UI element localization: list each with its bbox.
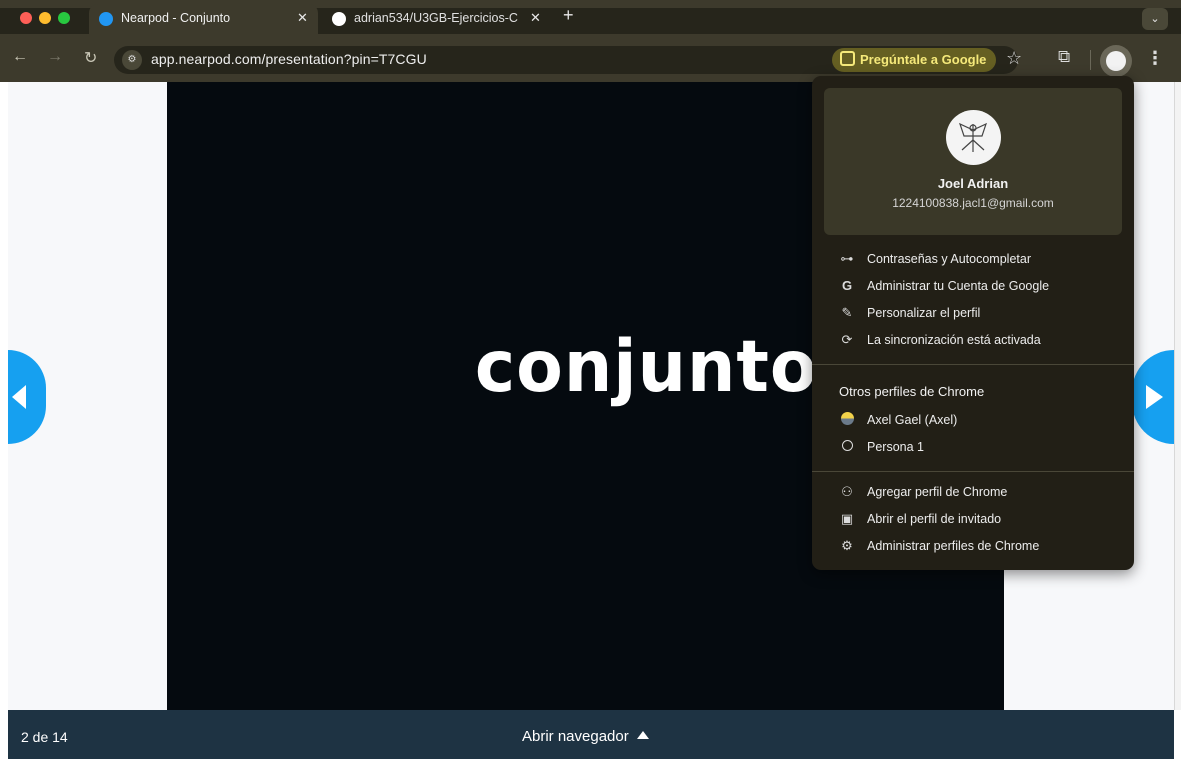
- menu-item-label: Axel Gael (Axel): [867, 413, 958, 427]
- presentation-bottom-bar: 2 de 14 Abrir navegador: [8, 710, 1174, 759]
- lens-icon: [840, 51, 855, 66]
- other-profiles-heading: Otros perfiles de Chrome: [839, 384, 985, 399]
- next-slide-button[interactable]: [1132, 350, 1174, 444]
- person-circle-icon: [838, 439, 856, 454]
- menu-item-customize-profile[interactable]: ✎ Personalizar el perfil: [838, 304, 1128, 324]
- google-g-icon: G: [841, 278, 853, 293]
- reload-icon[interactable]: ↻: [84, 48, 97, 68]
- menu-divider: [812, 471, 1134, 472]
- manage-profiles-icon: ⚙: [841, 538, 853, 553]
- menu-item-profile-persona1[interactable]: Persona 1: [838, 438, 1128, 458]
- menu-item-label: Agregar perfil de Chrome: [867, 485, 1008, 499]
- profile-card: Joel Adrian 1224100838.jacl1@gmail.com: [824, 88, 1122, 235]
- forward-icon[interactable]: →: [47, 48, 63, 66]
- menu-item-manage-account[interactable]: G Administrar tu Cuenta de Google: [838, 277, 1128, 297]
- pencil-icon: ✎: [841, 305, 853, 320]
- zoom-window-button[interactable]: [58, 12, 70, 24]
- toolbar-divider: [1090, 50, 1091, 70]
- avatar-illustration-icon: [958, 122, 988, 152]
- avatar: [1106, 51, 1126, 71]
- menu-item-label: Contraseñas y Autocompletar: [867, 252, 1031, 266]
- site-info-icon[interactable]: ⚙: [122, 50, 142, 70]
- window-edge: [1174, 710, 1181, 759]
- left-edge: [0, 82, 8, 710]
- address-bar[interactable]: ⚙ app.nearpod.com/presentation?pin=T7CGU…: [114, 46, 1022, 74]
- profile-email: 1224100838.jacl1@gmail.com: [892, 196, 1054, 210]
- open-navigator-label: Abrir navegador: [522, 728, 629, 745]
- tab-title: Nearpod - Conjunto: [121, 11, 231, 25]
- menu-item-sync[interactable]: ⟳ La sincronización está activada: [838, 331, 1128, 351]
- github-icon: [332, 12, 346, 26]
- background-window-edge: [1174, 82, 1181, 710]
- profile-avatar-icon: [838, 412, 856, 428]
- nearpod-icon: [99, 12, 113, 26]
- url-text[interactable]: app.nearpod.com/presentation?pin=T7CGU: [151, 51, 427, 67]
- profile-menu: Joel Adrian 1224100838.jacl1@gmail.com ⊶…: [812, 76, 1134, 570]
- previous-slide-button[interactable]: [8, 350, 46, 444]
- extensions-icon[interactable]: ⧉: [1058, 47, 1070, 67]
- more-menu-icon[interactable]: ⋮: [1146, 48, 1164, 69]
- profile-avatar-button[interactable]: [1100, 45, 1132, 77]
- menu-item-label: Abrir el perfil de invitado: [867, 512, 1002, 526]
- browser-toolbar: Nearpod - Conjunto ✕ adrian534/U3GB-Ejer…: [0, 0, 1181, 82]
- menu-item-manage-profiles[interactable]: ⚙ Administrar perfiles de Chrome: [838, 537, 1128, 557]
- ask-google-button[interactable]: Pregúntale a Google: [832, 48, 997, 72]
- minimize-window-button[interactable]: [39, 12, 51, 24]
- menu-item-label: Administrar perfiles de Chrome: [867, 539, 1040, 553]
- guest-icon: ▣: [840, 511, 854, 526]
- menu-item-label: Persona 1: [867, 440, 924, 454]
- caret-up-icon: [636, 731, 649, 739]
- menu-divider: [812, 364, 1134, 365]
- new-tab-button[interactable]: +: [563, 6, 574, 24]
- ask-google-label: Pregúntale a Google: [860, 52, 987, 67]
- close-icon[interactable]: ✕: [297, 10, 308, 26]
- close-icon[interactable]: ✕: [530, 10, 541, 26]
- menu-item-profile-axel[interactable]: Axel Gael (Axel): [838, 411, 1128, 431]
- sync-icon: ⟳: [841, 332, 853, 347]
- profile-avatar: [946, 110, 1001, 165]
- page-counter: 2 de 14: [21, 729, 68, 745]
- tab-github[interactable]: adrian534/U3GB-Ejercicios-C ✕: [322, 4, 554, 34]
- close-window-button[interactable]: [20, 12, 32, 24]
- open-navigator-button[interactable]: Abrir navegador: [522, 728, 649, 745]
- key-icon: ⊶: [840, 251, 854, 266]
- menu-item-label: Administrar tu Cuenta de Google: [867, 279, 1050, 293]
- menu-item-add-profile[interactable]: ⚇ Agregar perfil de Chrome: [838, 483, 1128, 503]
- tab-nearpod[interactable]: Nearpod - Conjunto ✕: [89, 4, 318, 34]
- menu-item-guest-profile[interactable]: ▣ Abrir el perfil de invitado: [838, 510, 1128, 530]
- tab-title: adrian534/U3GB-Ejercicios-C: [354, 11, 518, 25]
- profile-name: Joel Adrian: [937, 176, 1009, 191]
- tab-search-button[interactable]: ⌄: [1142, 8, 1168, 30]
- menu-item-passwords[interactable]: ⊶ Contraseñas y Autocompletar: [838, 250, 1128, 270]
- back-icon[interactable]: ←: [12, 48, 28, 66]
- menu-item-label: Personalizar el perfil: [867, 306, 981, 320]
- bookmark-star-icon[interactable]: ☆: [1006, 48, 1022, 69]
- add-person-icon: ⚇: [841, 484, 853, 499]
- menu-item-label: La sincronización está activada: [867, 333, 1041, 347]
